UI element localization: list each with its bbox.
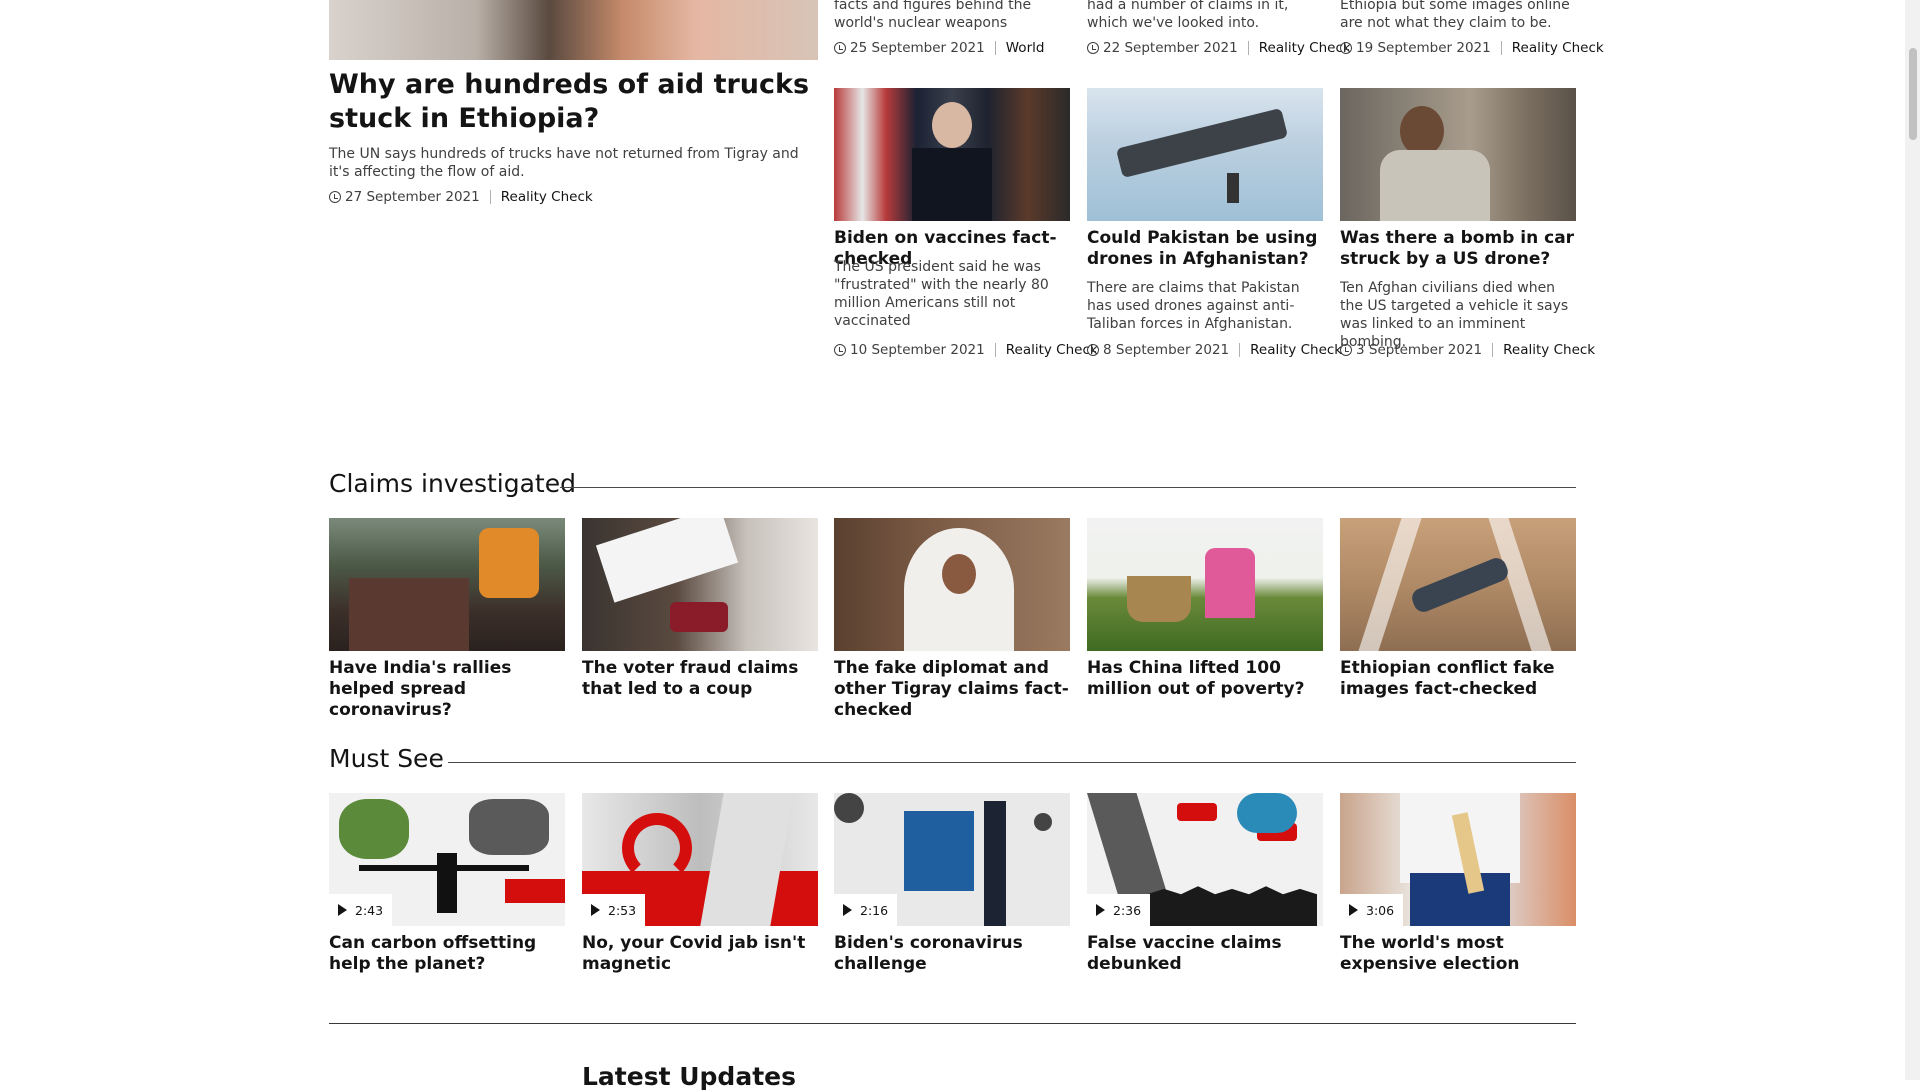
video-1-title[interactable]: Can carbon offsetting help the planet? — [329, 933, 565, 975]
video-2-duration-badge: 2:53 — [582, 894, 646, 926]
claim-2-image[interactable] — [582, 518, 818, 651]
claim-3-title[interactable]: The fake diplomat and other Tigray claim… — [834, 658, 1070, 721]
top-story-2-summary: had a number of claims in it, which we'v… — [1087, 0, 1289, 31]
meta-divider — [1239, 343, 1241, 357]
grid-story-2-tag[interactable]: Reality Check — [1250, 342, 1342, 358]
grid-story-2-title[interactable]: Could Pakistan be using drones in Afghan… — [1087, 228, 1327, 270]
video-5-thumbnail[interactable]: 3:06 — [1340, 793, 1576, 926]
video-2-thumbnail[interactable]: 2:53 — [582, 793, 818, 926]
top-story-3-summary: Ethiopia but some images online are not … — [1340, 0, 1570, 31]
top-story-2-date: 22 September 2021 — [1103, 40, 1238, 56]
grid-story-2-summary: There are claims that Pakistan has used … — [1087, 280, 1300, 332]
claim-5-title[interactable]: Ethiopian conflict fake images fact-chec… — [1340, 658, 1576, 700]
top-story-1-date: 25 September 2021 — [850, 40, 985, 56]
top-story-3-tag[interactable]: Reality Check — [1512, 40, 1604, 56]
grid-story-3-title[interactable]: Was there a bomb in car struck by a US d… — [1340, 228, 1580, 270]
video-1-duration: 2:43 — [355, 902, 384, 918]
grid-story-1-meta: 10 September 2021 Reality Check — [834, 342, 1098, 358]
lead-story-date: 27 September 2021 — [345, 189, 480, 205]
top-story-1-meta: 25 September 2021 World — [834, 40, 1044, 56]
video-3-duration: 2:16 — [860, 902, 889, 918]
video-3-thumbnail[interactable]: 2:16 — [834, 793, 1070, 926]
clock-icon — [1087, 344, 1099, 356]
claim-3-image[interactable] — [834, 518, 1070, 651]
grid-story-3-image[interactable] — [1340, 88, 1576, 221]
page-scrollbar[interactable] — [1905, 0, 1920, 1080]
meta-divider — [994, 41, 996, 55]
video-4-duration-badge: 2:36 — [1087, 894, 1151, 926]
claim-4-image[interactable] — [1087, 518, 1323, 651]
lead-story-summary: The UN says hundreds of trucks have not … — [329, 146, 799, 180]
top-story-3-meta: 19 September 2021 Reality Check — [1340, 40, 1604, 56]
grid-story-3-tag[interactable]: Reality Check — [1503, 342, 1595, 358]
grid-story-2-date: 8 September 2021 — [1103, 342, 1230, 358]
meta-divider — [1492, 343, 1494, 357]
grid-story-2-image[interactable] — [1087, 88, 1323, 221]
claim-5-image[interactable] — [1340, 518, 1576, 651]
latest-updates-heading[interactable]: Latest Updates — [582, 1062, 796, 1091]
play-icon — [843, 904, 852, 916]
play-icon — [591, 904, 600, 916]
video-3-duration-badge: 2:16 — [834, 894, 898, 926]
grid-story-1-summary: The US president said he was "frustrated… — [834, 259, 1049, 329]
clock-icon — [1340, 344, 1352, 356]
top-story-1-tag[interactable]: World — [1006, 40, 1045, 56]
video-4-thumbnail[interactable]: 2:36 — [1087, 793, 1323, 926]
top-story-3-date: 19 September 2021 — [1356, 40, 1491, 56]
lead-story-tag[interactable]: Reality Check — [501, 189, 593, 205]
play-icon — [338, 904, 347, 916]
meta-divider — [994, 343, 996, 357]
top-story-2-meta: 22 September 2021 Reality Check — [1087, 40, 1351, 56]
meta-divider — [489, 190, 491, 204]
video-1-thumbnail[interactable]: 2:43 — [329, 793, 565, 926]
video-3-title[interactable]: Biden's coronavirus challenge — [834, 933, 1070, 975]
top-story-1-summary: facts and figures behind the world's nuc… — [834, 0, 1032, 31]
bottom-divider — [329, 1023, 1576, 1024]
video-5-title[interactable]: The world's most expensive election — [1340, 933, 1576, 975]
meta-divider — [1247, 41, 1249, 55]
play-icon — [1349, 904, 1358, 916]
lead-story-image[interactable] — [329, 0, 818, 60]
lead-story-meta: 27 September 2021 Reality Check — [329, 189, 593, 205]
grid-story-1-date: 10 September 2021 — [850, 342, 985, 358]
must-see-heading[interactable]: Must See — [329, 744, 444, 773]
video-2-title[interactable]: No, your Covid jab isn't magnetic — [582, 933, 818, 975]
clock-icon — [834, 42, 846, 54]
grid-story-2-meta: 8 September 2021 Reality Check — [1087, 342, 1342, 358]
grid-story-3-meta: 3 September 2021 Reality Check — [1340, 342, 1595, 358]
claim-2-title[interactable]: The voter fraud claims that led to a cou… — [582, 658, 818, 700]
clock-icon — [1087, 42, 1099, 54]
grid-story-3-date: 3 September 2021 — [1356, 342, 1483, 358]
clock-icon — [834, 344, 846, 356]
video-1-duration-badge: 2:43 — [329, 894, 393, 926]
lead-story-title[interactable]: Why are hundreds of aid trucks stuck in … — [329, 68, 819, 136]
claims-heading-rule — [560, 487, 1576, 488]
play-icon — [1096, 904, 1105, 916]
video-4-title[interactable]: False vaccine claims debunked — [1087, 933, 1323, 975]
scrollbar-thumb[interactable] — [1909, 48, 1917, 140]
grid-story-1-tag[interactable]: Reality Check — [1006, 342, 1098, 358]
meta-divider — [1500, 41, 1502, 55]
claim-1-title[interactable]: Have India's rallies helped spread coron… — [329, 658, 565, 721]
grid-story-1-image[interactable] — [834, 88, 1070, 221]
claims-investigated-heading[interactable]: Claims investigated — [329, 469, 576, 498]
clock-icon — [1340, 42, 1352, 54]
must-see-heading-rule — [448, 762, 1576, 763]
video-2-duration: 2:53 — [608, 902, 637, 918]
video-5-duration-badge: 3:06 — [1340, 894, 1404, 926]
claim-1-image[interactable] — [329, 518, 565, 651]
claim-4-title[interactable]: Has China lifted 100 million out of pove… — [1087, 658, 1323, 700]
top-story-2-tag[interactable]: Reality Check — [1259, 40, 1351, 56]
video-4-duration: 2:36 — [1113, 902, 1142, 918]
video-5-duration: 3:06 — [1366, 902, 1395, 918]
grid-story-3-summary: Ten Afghan civilians died when the US ta… — [1340, 280, 1569, 350]
clock-icon — [329, 191, 341, 203]
